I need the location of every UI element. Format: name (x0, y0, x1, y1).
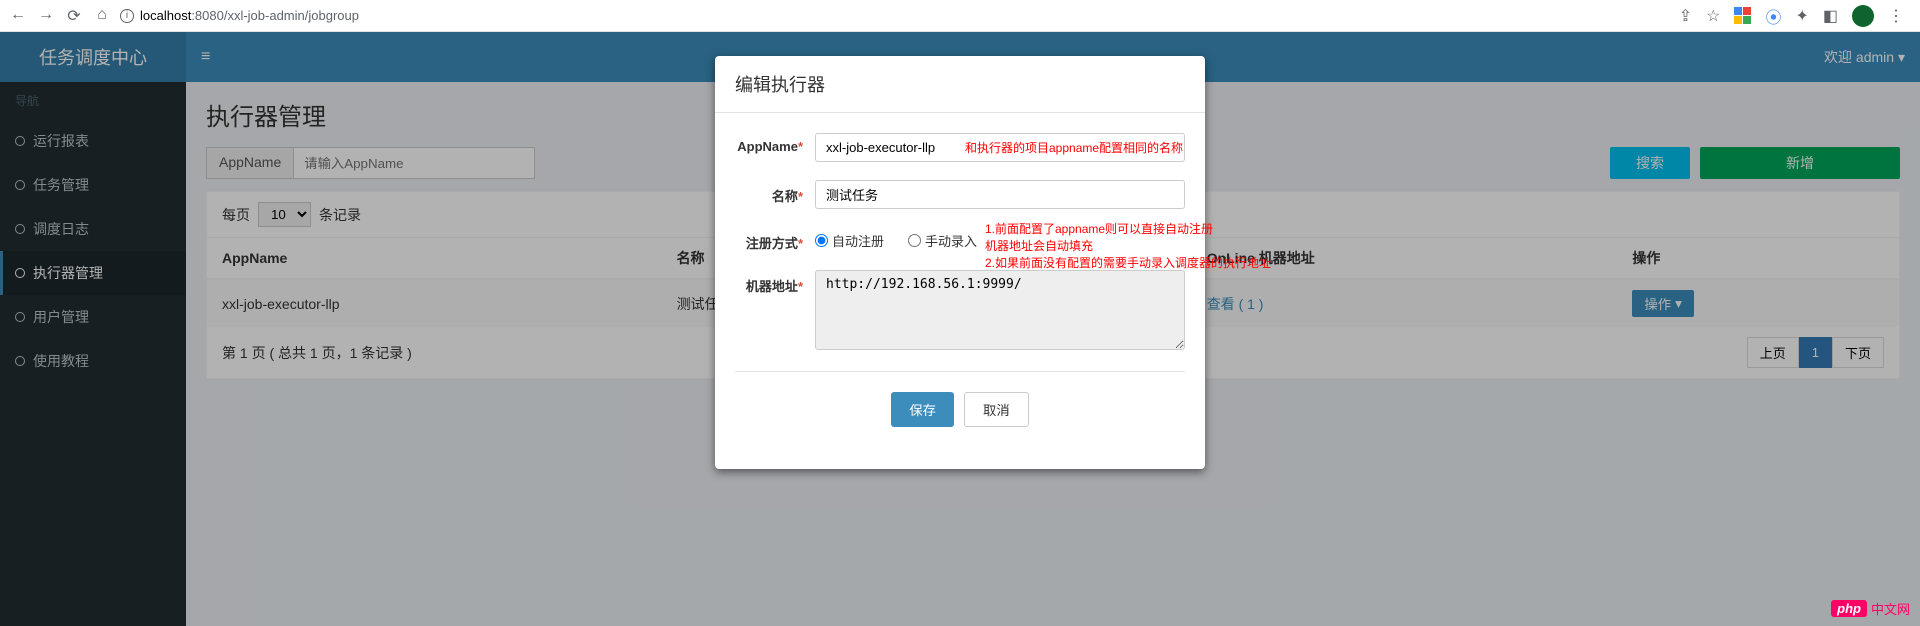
back-icon[interactable]: ← (8, 6, 28, 26)
cancel-button[interactable]: 取消 (964, 392, 1029, 427)
site-info-icon[interactable]: i (120, 9, 134, 23)
radio-manual[interactable]: 手动录入 (908, 231, 977, 250)
title-input[interactable] (815, 180, 1185, 209)
grid-icon[interactable] (1734, 7, 1751, 24)
url-host: localhost (140, 8, 191, 23)
watermark-text: 中文网 (1871, 599, 1910, 618)
forward-icon[interactable]: → (36, 6, 56, 26)
save-button[interactable]: 保存 (891, 392, 954, 427)
appname-input[interactable] (815, 133, 1185, 162)
watermark: php 中文网 (1831, 599, 1910, 618)
reload-icon[interactable]: ⟳ (64, 6, 84, 26)
panel-icon[interactable]: ◧ (1823, 6, 1838, 26)
address-textarea[interactable]: http://192.168.56.1:9999/ (815, 270, 1185, 350)
profile-avatar[interactable] (1852, 5, 1874, 27)
home-icon[interactable]: ⌂ (92, 6, 112, 26)
share-icon[interactable]: ⇪ (1679, 6, 1692, 26)
radio-auto[interactable]: 自动注册 (815, 231, 884, 250)
wifi-icon[interactable]: ⦿ (1765, 4, 1781, 28)
form-label-regtype: 注册方式 (746, 236, 798, 251)
modal-title: 编辑执行器 (715, 56, 1205, 113)
form-label-address: 机器地址 (746, 279, 798, 294)
menu-icon[interactable]: ⋮ (1888, 6, 1904, 26)
address-bar[interactable]: i localhost:8080/xxl-job-admin/jobgroup (120, 8, 1671, 23)
form-label-appname: AppName (737, 139, 798, 154)
url-path: :8080/xxl-job-admin/jobgroup (191, 8, 359, 23)
star-icon[interactable]: ☆ (1706, 6, 1720, 26)
form-label-title: 名称 (772, 189, 798, 204)
browser-chrome: ← → ⟳ ⌂ i localhost:8080/xxl-job-admin/j… (0, 0, 1920, 32)
watermark-logo: php (1831, 600, 1867, 617)
edit-executor-modal: 编辑执行器 AppName* 和执行器的项目appname配置相同的名称 名称*… (715, 56, 1205, 469)
extensions-icon[interactable]: ✦ (1795, 6, 1808, 26)
